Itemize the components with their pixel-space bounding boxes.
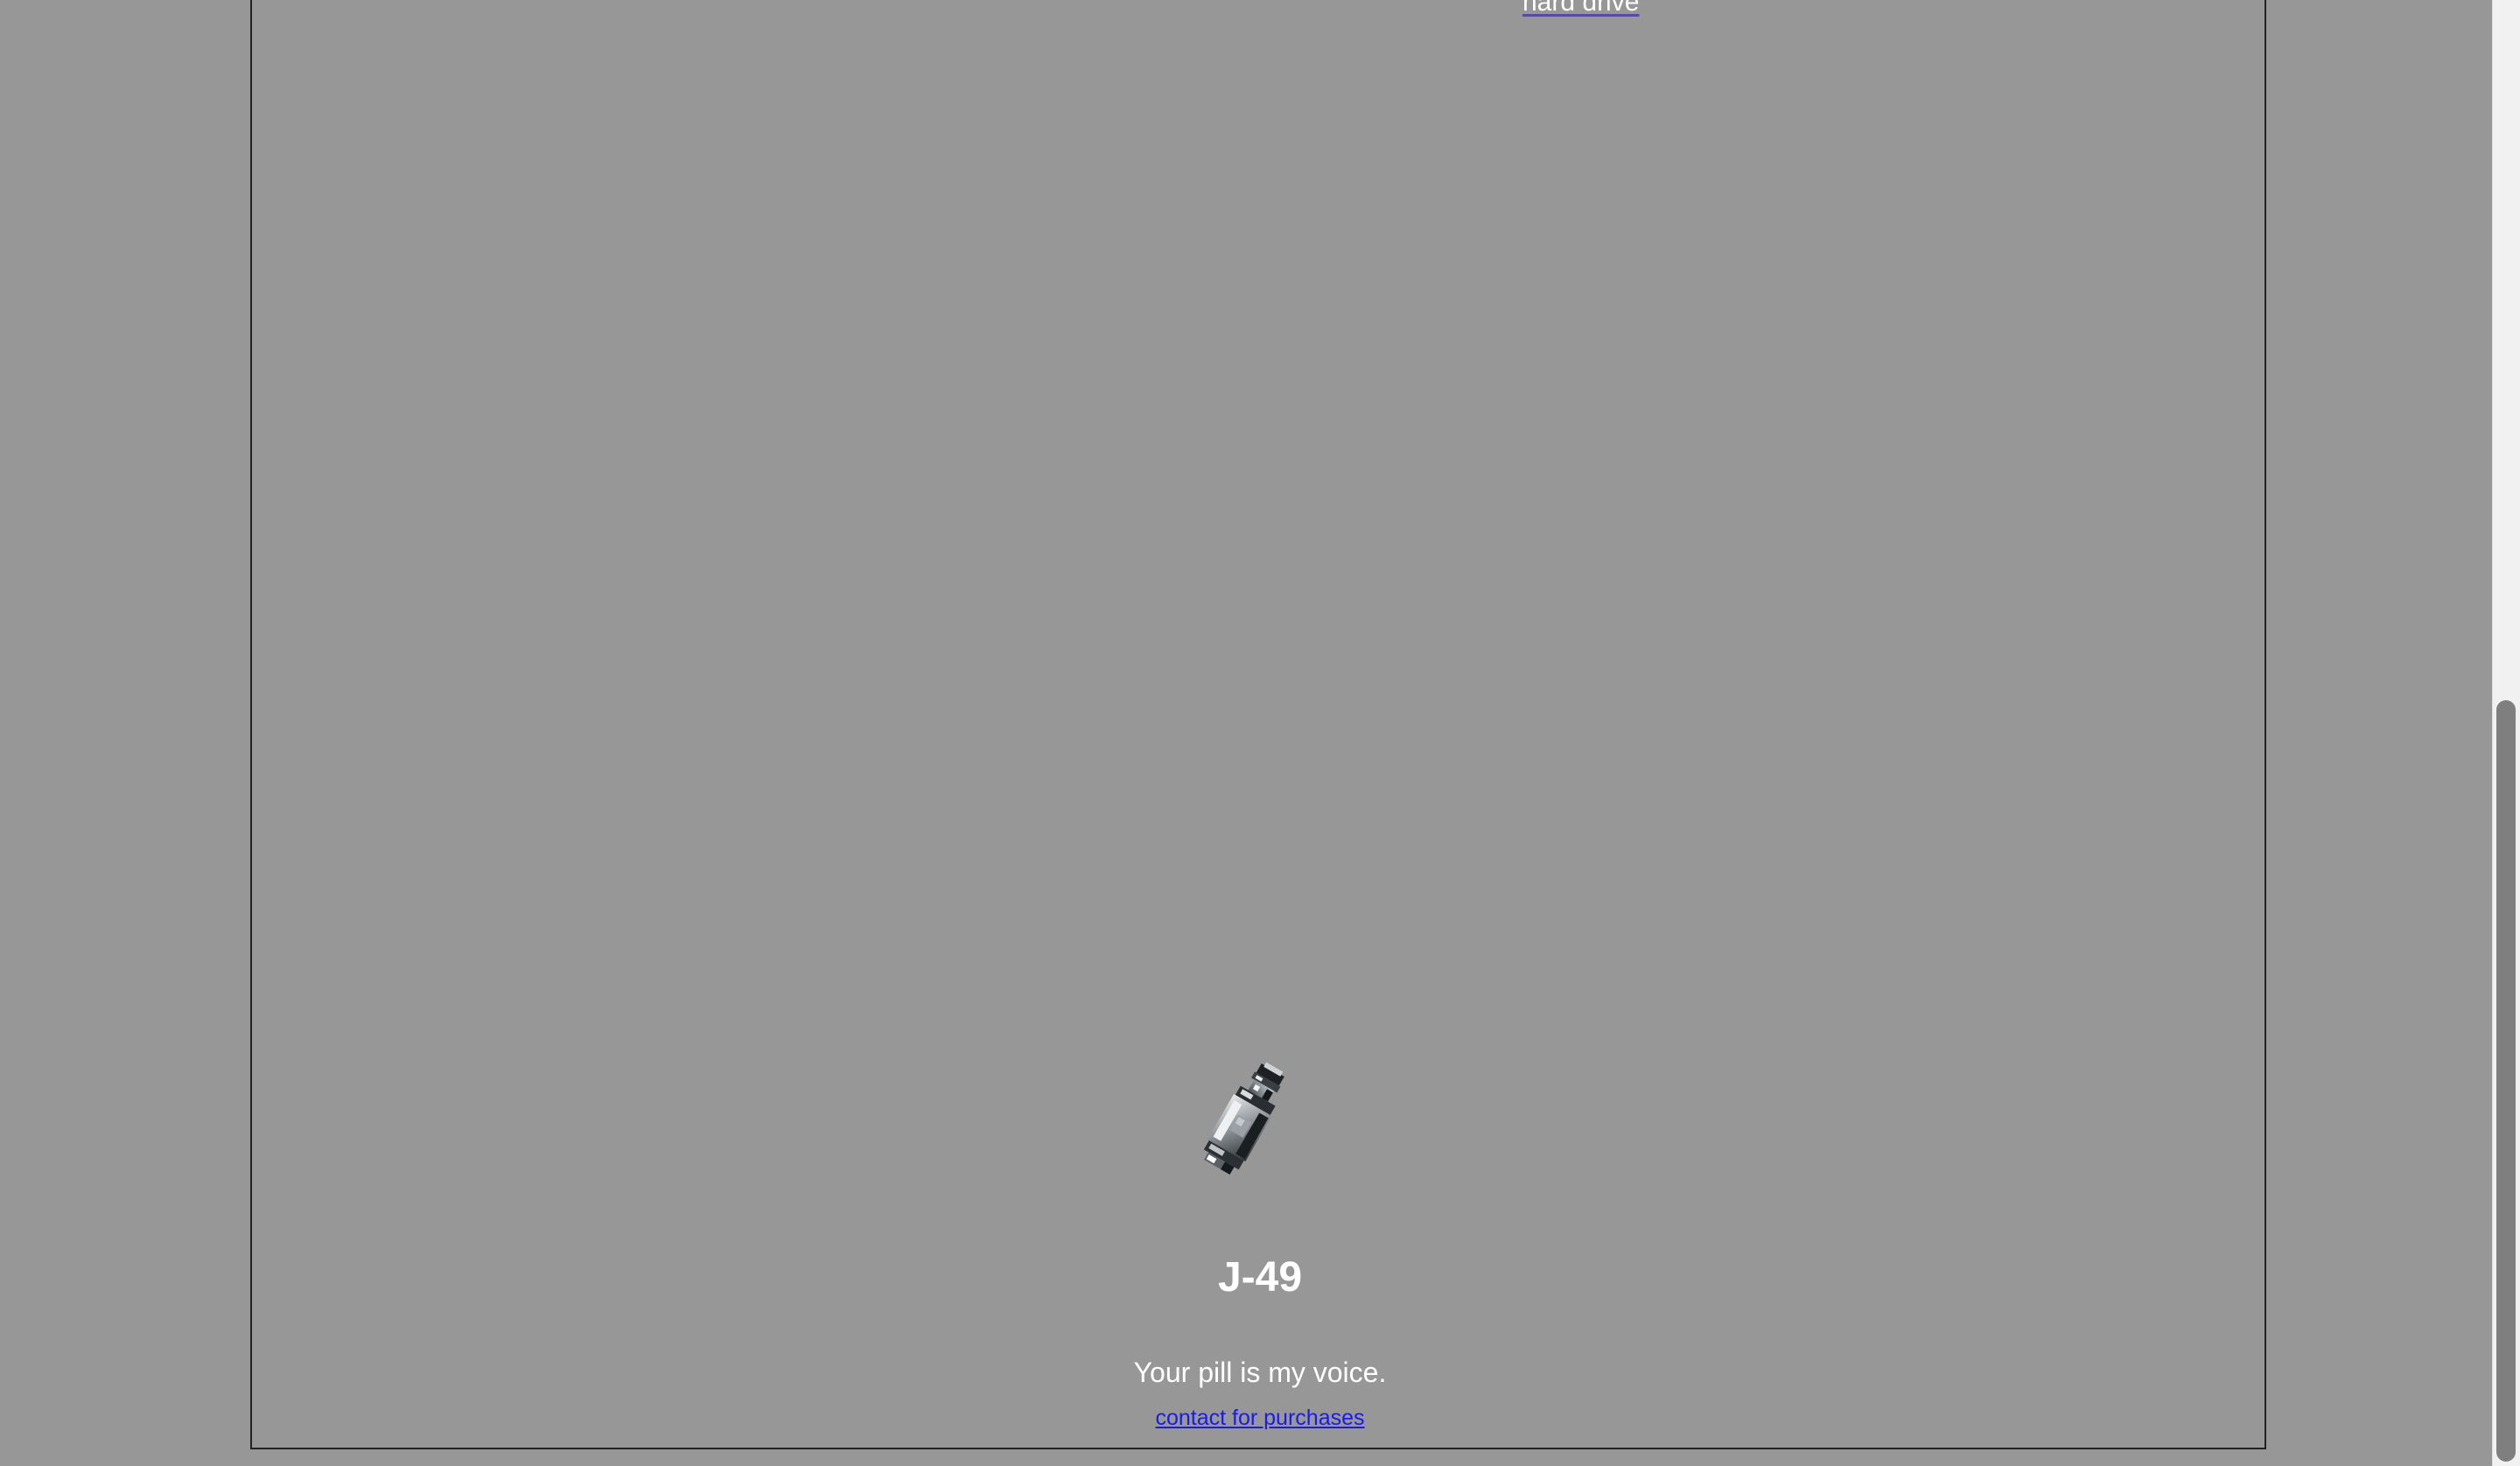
product-title: J-49 [1217, 1254, 1303, 1301]
pixel-pill-bottle-icon [1203, 1062, 1284, 1175]
page-viewport: hard drive J-49 Your pill is my voice. c… [0, 0, 2520, 1466]
product-tagline: Your pill is my voice. [1133, 1357, 1387, 1388]
hard-drive-link[interactable]: hard drive [1522, 0, 1639, 18]
contact-link-container: contact for purchases [0, 1406, 2520, 1431]
scrollbar-thumb[interactable] [2496, 700, 2516, 1462]
contact-for-purchases-link[interactable]: contact for purchases [1155, 1406, 1364, 1430]
product-image [1183, 1056, 1297, 1192]
content-frame [250, 0, 2266, 1449]
